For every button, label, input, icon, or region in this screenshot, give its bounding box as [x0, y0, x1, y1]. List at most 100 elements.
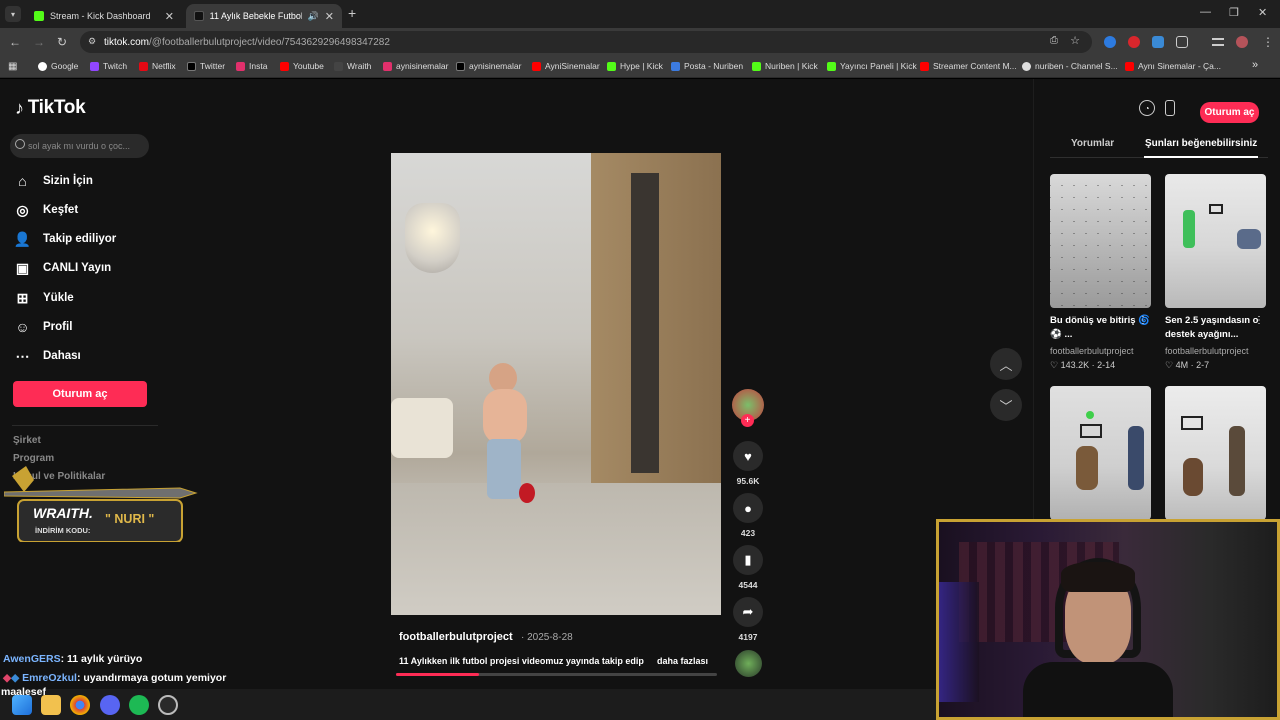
nav-for-you[interactable]: ⌂ Sizin İçin: [14, 170, 93, 192]
extension-icon[interactable]: [1152, 36, 1164, 48]
recommended-video-title[interactable]: Sen 2.5 yaşındasın o destek ayağını...: [1165, 314, 1265, 342]
close-icon[interactable]: ✕: [165, 10, 174, 23]
chat-overlay: AwenGERS: 11 aylık yürüyo ◆◆ EmreOzkul: …: [3, 650, 226, 688]
profile-icon[interactable]: [1236, 36, 1248, 48]
share-icon[interactable]: ➦: [733, 597, 763, 627]
puzzle-icon[interactable]: [1176, 36, 1188, 48]
bookmark[interactable]: Hype | Kick: [607, 61, 663, 71]
search-input[interactable]: sol ayak mı vurdu o çoc...: [10, 134, 149, 158]
date: 2-7: [1196, 360, 1210, 370]
site-info-icon[interactable]: ⚙: [88, 36, 96, 47]
browser-tab-bar: ▾ Stream - Kick Dashboard ✕ 11 Aylık Beb…: [0, 0, 1280, 28]
recommended-video-author[interactable]: footballerbulutproject: [1050, 346, 1134, 356]
bookmark[interactable]: Wraith: [334, 61, 371, 71]
next-video-button[interactable]: ﹀: [990, 389, 1022, 421]
recommended-video-thumb[interactable]: [1050, 174, 1151, 308]
discord-icon[interactable]: [100, 695, 120, 715]
star-icon[interactable]: ☆: [1070, 34, 1080, 47]
bookmark[interactable]: nuriben - Channel S...: [1022, 61, 1118, 71]
speaker-icon[interactable]: 🔊: [308, 11, 319, 22]
recommended-video-thumb[interactable]: [1165, 386, 1266, 520]
extension-icon[interactable]: [1104, 36, 1116, 48]
video-caption: 11 Aylıkken ilk futbol projesi videomuz …: [399, 656, 644, 666]
footer-link-company[interactable]: Şirket: [13, 435, 41, 446]
bookmark-icon[interactable]: ▮: [733, 545, 763, 575]
spotify-icon[interactable]: [129, 695, 149, 715]
comment-icon[interactable]: ●: [733, 493, 763, 523]
nav-explore[interactable]: ◎ Keşfet: [14, 199, 78, 221]
tab-search-button[interactable]: ▾: [5, 6, 21, 22]
close-icon[interactable]: ✕: [325, 10, 334, 23]
menu-icon[interactable]: ⋮: [1262, 35, 1274, 49]
divider: [12, 425, 158, 426]
bookmarks-overflow-icon[interactable]: »: [1252, 59, 1258, 71]
video-player[interactable]: [391, 153, 721, 615]
video-date: · 2025-8-28: [521, 632, 573, 643]
comment-action[interactable]: ● 423: [733, 493, 763, 538]
back-icon[interactable]: ←: [9, 35, 21, 49]
recommended-video-author[interactable]: footballerbulutproject: [1165, 346, 1249, 356]
card-more-icon[interactable]: ⋮: [1138, 315, 1148, 326]
windows-start-icon[interactable]: [12, 695, 32, 715]
bookmark[interactable]: Yayıncı Paneli | Kick: [827, 61, 917, 71]
bookmark[interactable]: Insta: [236, 61, 267, 71]
nav-upload[interactable]: ⊞ Yükle: [14, 287, 74, 309]
bookmark[interactable]: Youtube: [280, 61, 324, 71]
browser-tab-tiktok[interactable]: 11 Aylık Bebekle Futbol Eğ 🔊 ✕: [186, 4, 342, 28]
save-action[interactable]: ▮ 4544: [733, 545, 763, 590]
tiktok-logo[interactable]: ♪ TikTok: [15, 97, 86, 119]
bookmark[interactable]: Nuriben | Kick: [752, 61, 818, 71]
recommended-video-title[interactable]: Bu dönüş ve bitiriş 🌀 ⚽ ...: [1050, 314, 1150, 342]
forward-icon[interactable]: →: [33, 35, 45, 49]
tab-you-may-like[interactable]: Şunları beğenebilirsiniz: [1145, 138, 1257, 149]
bookmark[interactable]: aynisinemalar: [383, 61, 448, 71]
heart-icon[interactable]: ♥: [733, 441, 763, 471]
reload-icon[interactable]: ↻: [57, 35, 67, 49]
card-more-icon[interactable]: ⋮: [1254, 315, 1264, 326]
apps-icon[interactable]: ▦: [8, 61, 17, 72]
file-explorer-icon[interactable]: [41, 695, 61, 715]
close-window-icon[interactable]: ✕: [1258, 6, 1267, 19]
footer-link-program[interactable]: Program: [13, 453, 54, 464]
login-top-button[interactable]: Oturum aç: [1200, 102, 1259, 123]
phone-icon[interactable]: [1165, 100, 1175, 116]
chrome-icon[interactable]: [70, 695, 90, 715]
previous-video-button[interactable]: ︿: [990, 348, 1022, 380]
bookmark[interactable]: Google: [38, 61, 78, 71]
bookmark[interactable]: aynisinemalar: [456, 61, 521, 71]
browser-tab-kick[interactable]: Stream - Kick Dashboard ✕: [26, 4, 182, 28]
recommended-video-thumb[interactable]: [1050, 386, 1151, 520]
nav-following[interactable]: 👤 Takip ediliyor: [14, 228, 117, 250]
bookmark[interactable]: Aynı Sinemalar - Ça...: [1125, 61, 1221, 71]
recommended-video-thumb[interactable]: [1165, 174, 1266, 308]
bookmark-label: aynisinemalar: [396, 61, 449, 71]
install-icon[interactable]: ⎙: [1050, 35, 1058, 46]
bookmark[interactable]: Twitch: [90, 61, 127, 71]
extension-icon[interactable]: [1128, 36, 1140, 48]
bookmark[interactable]: Streamer Content M...: [920, 61, 1017, 71]
url-input[interactable]: ⚙ tiktok.com /@footballerbulutproject/vi…: [80, 31, 1092, 53]
video-frame-floor: [391, 483, 721, 615]
tab-comments[interactable]: Yorumlar: [1071, 138, 1114, 149]
share-action[interactable]: ➦ 4197: [733, 597, 763, 642]
bookmark[interactable]: Netflix: [139, 61, 176, 71]
media-icon[interactable]: [1212, 38, 1224, 46]
music-disc-icon[interactable]: [735, 650, 762, 677]
follow-plus-icon[interactable]: +: [741, 414, 754, 427]
bookmark[interactable]: Twitter: [187, 61, 225, 71]
bookmark[interactable]: Posta - Nuriben: [671, 61, 743, 71]
like-action[interactable]: ♥ 95.6K: [733, 441, 763, 486]
maximize-icon[interactable]: ❐: [1229, 6, 1239, 19]
see-more-link[interactable]: daha fazlası: [657, 656, 708, 666]
nav-more[interactable]: ⋯ Dahası: [14, 345, 81, 367]
bookmark[interactable]: AyniSinemalar: [532, 61, 600, 71]
minimize-icon[interactable]: —: [1200, 6, 1211, 18]
new-tab-button[interactable]: +: [348, 5, 356, 21]
coin-icon[interactable]: ◔: [1139, 100, 1155, 116]
nav-live[interactable]: ▣ CANLI Yayın: [14, 257, 111, 279]
obs-icon[interactable]: [158, 695, 178, 715]
video-progress-bar[interactable]: [396, 673, 717, 676]
nav-profile[interactable]: ☺ Profil: [14, 316, 72, 338]
login-button[interactable]: Oturum aç: [13, 381, 147, 407]
video-author[interactable]: footballerbulutproject: [399, 631, 513, 643]
